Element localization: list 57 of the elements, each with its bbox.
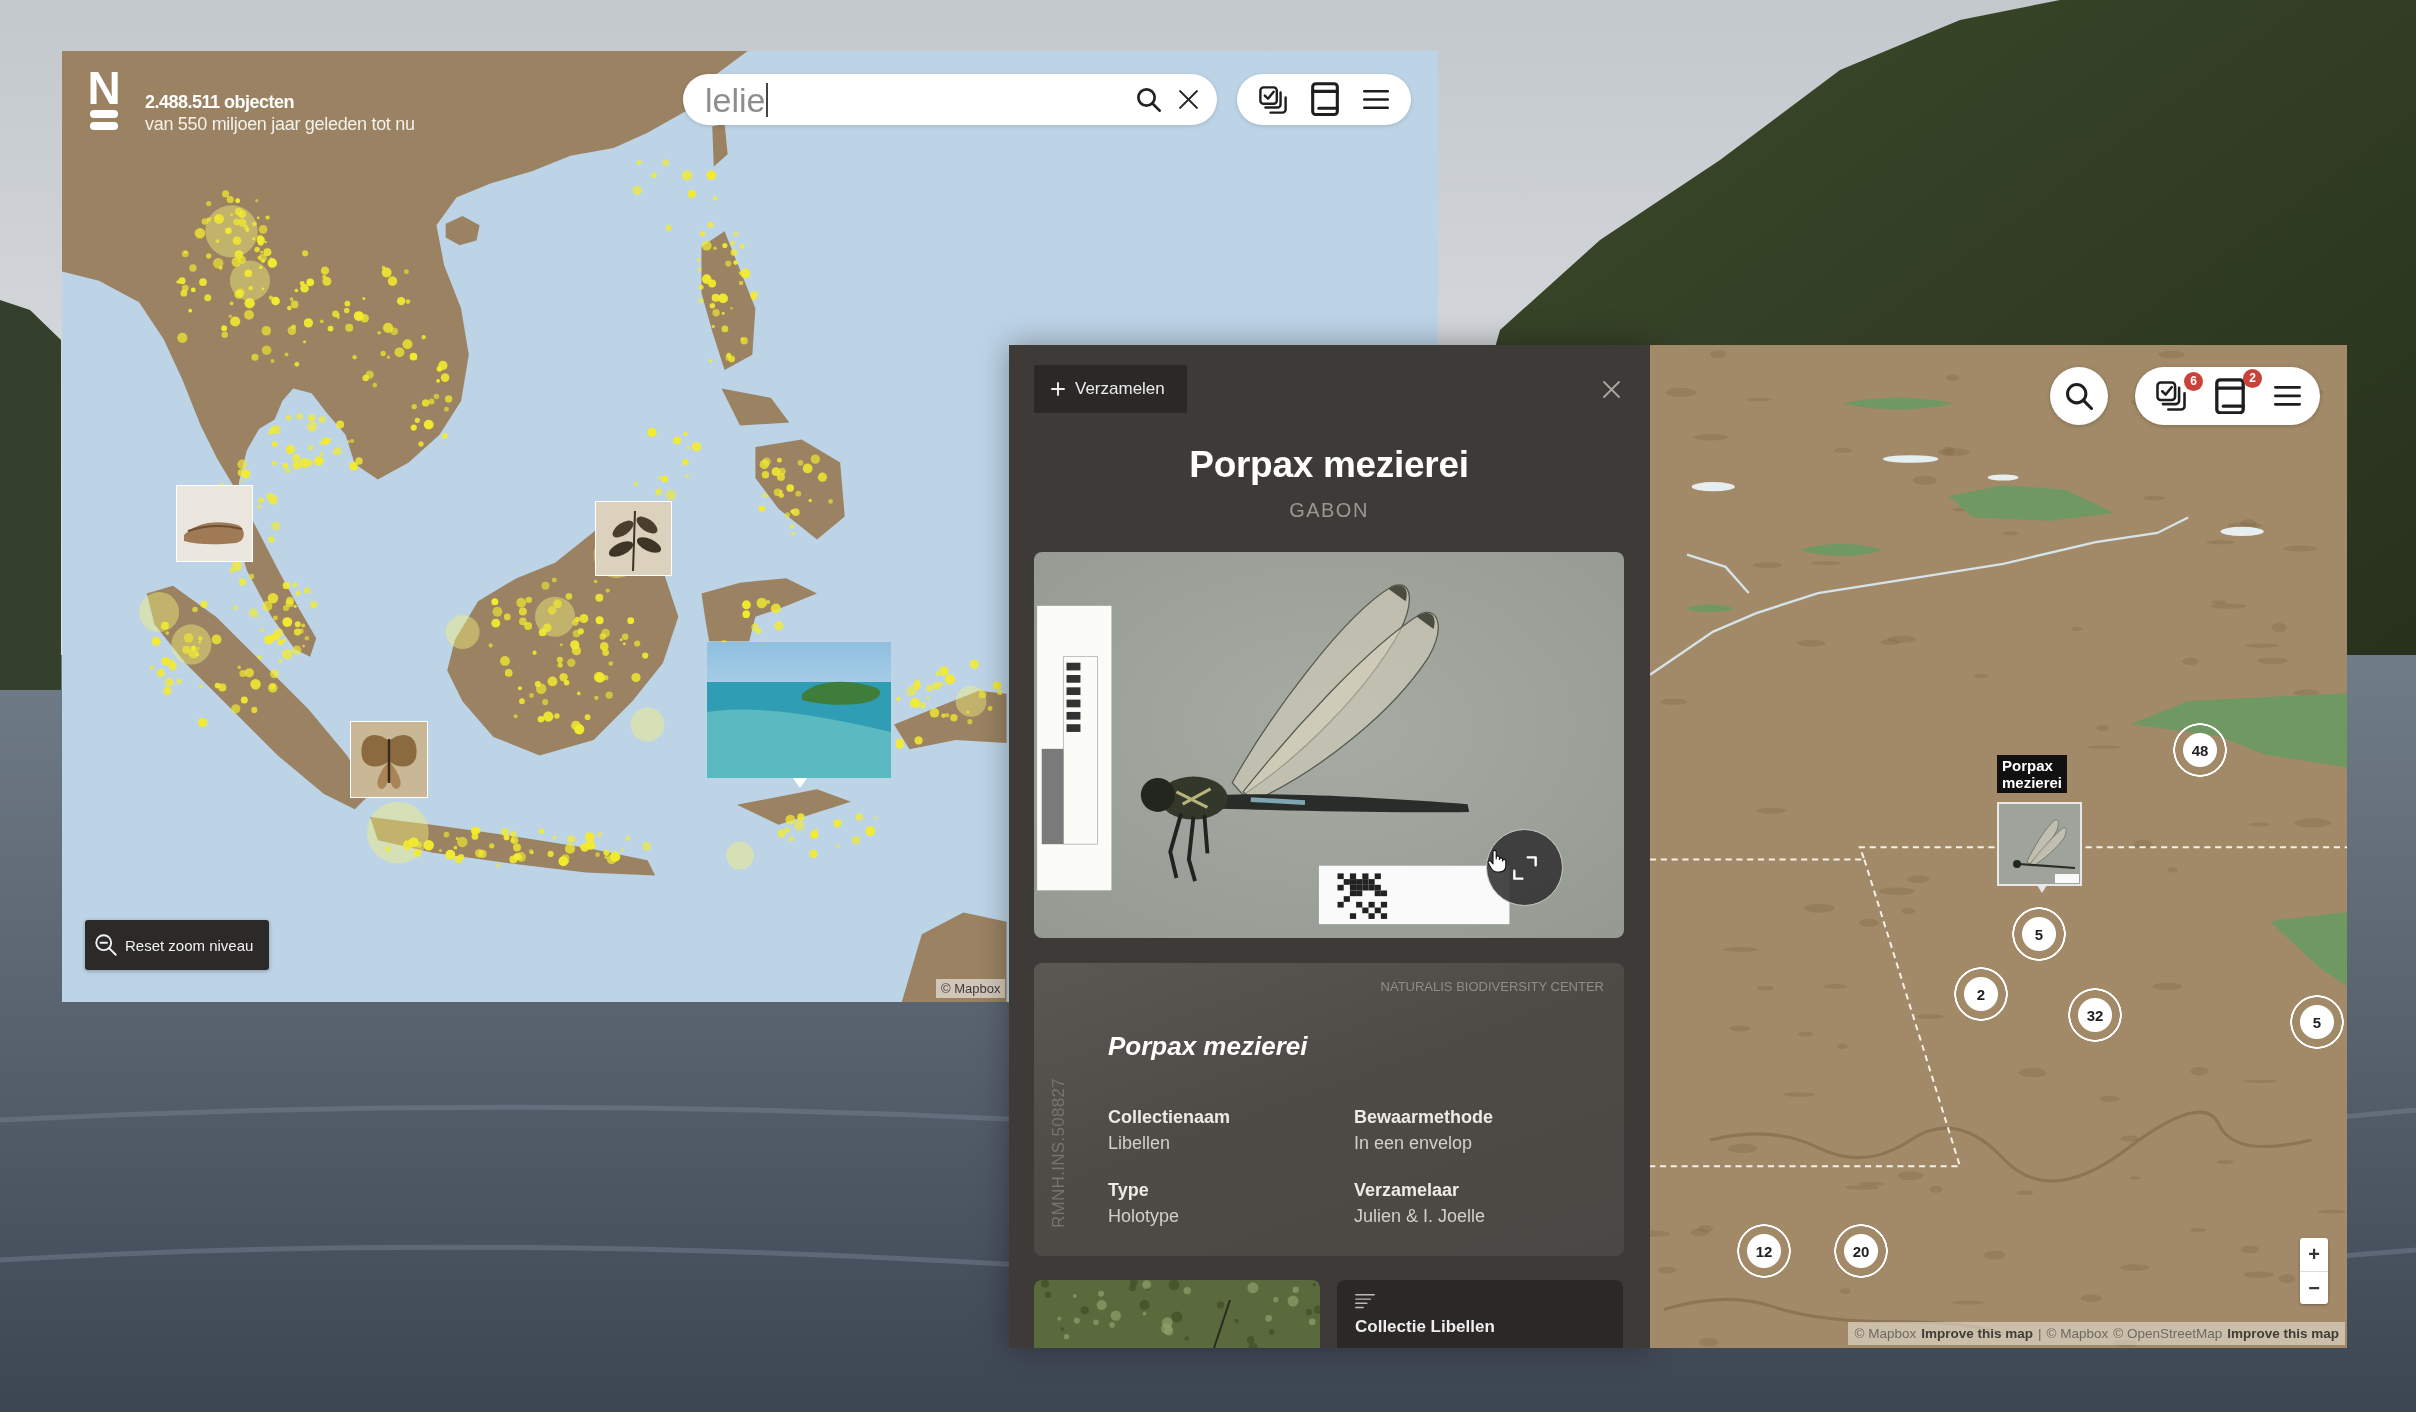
collect-button[interactable]: Verzamelen	[1034, 365, 1187, 413]
cluster-marker[interactable]: 20	[1834, 1224, 1888, 1278]
field-label: Collectienaam	[1108, 1106, 1231, 1129]
species-title: Porpax mezierei	[1189, 443, 1469, 487]
book-icon[interactable]	[2215, 377, 2245, 415]
photo-thumbnail[interactable]	[176, 485, 253, 562]
attribution-text: © OpenStreetMap	[2113, 1325, 2223, 1342]
expand-icon	[1512, 855, 1537, 880]
search-icon	[2065, 382, 2093, 410]
field-value: Holotype	[1108, 1205, 1180, 1228]
count-badge: 2	[2243, 368, 2262, 388]
menu-icon[interactable]	[1363, 90, 1389, 109]
hand-cursor-icon	[1487, 849, 1507, 873]
cluster-marker[interactable]: 12	[1737, 1224, 1791, 1278]
field-value: Julien & I. Joelle	[1354, 1205, 1486, 1228]
stacked-checkbox-icon[interactable]	[1259, 85, 1287, 114]
field-label: Bewaarmethode	[1354, 1106, 1494, 1129]
text-lines-icon	[1355, 1293, 1375, 1310]
zoom-out-icon	[95, 934, 117, 956]
attribution-text: © Mapbox	[2046, 1325, 2109, 1342]
plus-icon	[1051, 382, 1065, 396]
cluster-marker[interactable]: 32	[2068, 988, 2122, 1042]
photo-thumbnail[interactable]	[707, 642, 891, 788]
count-badge: 6	[2184, 372, 2203, 391]
stacked-checkbox-icon[interactable]	[2156, 381, 2186, 411]
improve-map-link[interactable]: Improve this map	[1921, 1325, 2033, 1342]
map-attribution: © Mapbox	[936, 979, 1006, 998]
book-icon[interactable]	[1311, 82, 1339, 117]
cluster-marker[interactable]: 2	[1954, 967, 2008, 1021]
photo-thumbnail[interactable]	[595, 501, 672, 576]
field-value: Libellen	[1108, 1132, 1171, 1155]
collection-title: Collectie Libellen	[1355, 1317, 1495, 1338]
logo[interactable]: N	[88, 69, 120, 130]
zoom-out-button[interactable]: −	[2300, 1271, 2328, 1304]
zoom-in-button[interactable]: +	[2300, 1238, 2328, 1271]
time-range-text: van 550 miljoen jaar geleden tot nu	[145, 113, 415, 135]
menu-icon[interactable]	[2274, 386, 2301, 406]
close-icon[interactable]	[1179, 90, 1198, 109]
attribution-separator: |	[2037, 1325, 2042, 1342]
object-count: 2.488.511 objecten	[145, 91, 295, 113]
field-value: In een envelop	[1354, 1132, 1473, 1155]
field-label: Verzamelaar	[1354, 1179, 1460, 1202]
specimen-thumbnail[interactable]	[1997, 802, 2082, 894]
improve-map-link[interactable]: Improve this map	[2227, 1325, 2339, 1342]
cluster-marker[interactable]: 5	[2290, 995, 2344, 1049]
collection-card[interactable]: Collectie Libellen	[1337, 1280, 1623, 1348]
photo-thumbnail[interactable]	[350, 721, 428, 798]
country-text: GABON	[1289, 498, 1369, 522]
search-icon[interactable]	[1137, 87, 1161, 112]
institution-name: NATURALIS BIODIVERSITY CENTER	[1380, 979, 1604, 995]
scientific-name: Porpax mezierei	[1108, 1030, 1308, 1062]
marker-label: Porpax mezierei	[1997, 755, 2068, 793]
cluster-marker[interactable]: 5	[2012, 907, 2066, 961]
cluster-marker[interactable]: 48	[2173, 723, 2227, 777]
reset-zoom-button[interactable]: Reset zoom niveau	[85, 920, 270, 970]
attribution-text: © Mapbox	[1854, 1325, 1917, 1342]
field-label: Type	[1108, 1179, 1149, 1202]
